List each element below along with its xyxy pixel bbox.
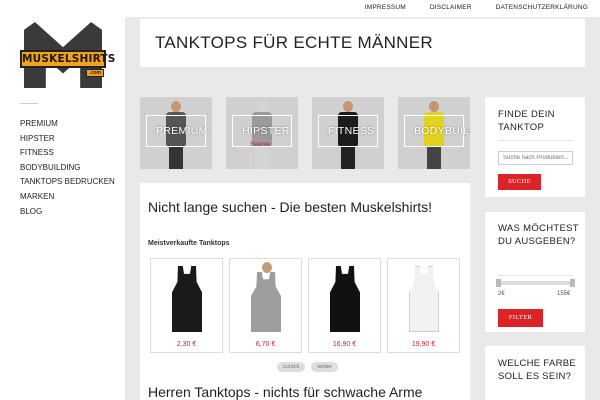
sidebar-item-marken[interactable]: MARKEN: [20, 190, 120, 205]
product-price: 6,70 €: [255, 341, 276, 348]
product-image: [234, 262, 297, 337]
sidebar-item-label[interactable]: HIPSTER: [20, 134, 55, 143]
page-header: TANKTOPS FÜR ECHTE MÄNNER: [140, 19, 585, 67]
widget-title: FINDE DEIN TANKTOP: [498, 109, 555, 133]
shirt-print-text: Swerve: [250, 142, 271, 148]
search-widget: FINDE DEIN TANKTOP SUCHE: [485, 97, 585, 197]
sidebar-item-label[interactable]: PREMIUM: [20, 119, 58, 128]
widget-divider: [498, 275, 573, 276]
sidebar-item-blog[interactable]: BLOG: [20, 205, 120, 220]
product-card[interactable]: 19,90 €: [387, 258, 460, 353]
sidebar-item-hipster[interactable]: HIPSTER: [20, 132, 120, 147]
sidebar-item-label[interactable]: TANKTOPS BEDRUCKEN: [20, 177, 115, 186]
price-slider-max-handle[interactable]: [570, 279, 575, 287]
category-tile-label: HIPSTER: [242, 125, 290, 137]
page-title: TANKTOPS FÜR ECHTE MÄNNER: [155, 33, 433, 52]
sidebar-item-label[interactable]: BLOG: [20, 207, 42, 216]
product-card[interactable]: 16,90 €: [308, 258, 381, 353]
site-logo[interactable]: MUSKELSHIRTS .com: [20, 22, 115, 90]
sidebar-nav: PREMIUM HIPSTER FITNESS BODYBUILDING TAN…: [20, 117, 120, 219]
search-input[interactable]: [498, 151, 573, 165]
section-heading: Nicht lange suchen - Die besten Muskelsh…: [148, 199, 433, 215]
next-button[interactable]: weiter: [311, 362, 338, 372]
top-link-datenschutz[interactable]: DATENSCHUTZERKLÄRUNG: [496, 4, 588, 11]
category-tile-label: FITNESS: [328, 125, 375, 137]
bestseller-heading: Meistverkaufte Tanktops: [148, 240, 230, 247]
price-filter-widget: WAS MÖCHTEST DU AUSGEBEN? 2€ 155€ FILTER: [485, 212, 585, 332]
sidebar-item-fitness[interactable]: FITNESS: [20, 146, 120, 161]
top-bar: IMPRESSUM DISCLAIMER DATENSCHUTZERKLÄRUN…: [125, 0, 600, 17]
sidebar-item-label[interactable]: BODYBUILDING: [20, 163, 80, 172]
sidebar-item-bodybuilding[interactable]: BODYBUILDING: [20, 161, 120, 176]
category-tile-premium[interactable]: PREMIUM: [140, 97, 212, 169]
product-price: 19,90 €: [411, 341, 436, 348]
price-slider-min-handle[interactable]: [496, 279, 501, 287]
main-content: Nicht lange suchen - Die besten Muskelsh…: [140, 183, 470, 400]
section-heading-2: Herren Tanktops - nichts für schwache Ar…: [148, 384, 423, 400]
sidebar-divider: [20, 103, 38, 104]
product-image: [155, 262, 218, 337]
price-slider[interactable]: [498, 281, 573, 285]
sidebar-item-tanktops-bedrucken[interactable]: TANKTOPS BEDRUCKEN: [20, 175, 120, 190]
product-price: 16,90 €: [332, 341, 357, 348]
sidebar-item-label[interactable]: FITNESS: [20, 148, 54, 157]
sidebar: MUSKELSHIRTS .com PREMIUM HIPSTER FITNES…: [0, 0, 125, 400]
widget-title: WELCHE FARBE SOLL ES SEIN?: [498, 358, 577, 382]
search-button[interactable]: SUCHE: [498, 174, 541, 190]
filter-button[interactable]: FILTER: [498, 309, 543, 327]
top-link-disclaimer[interactable]: DISCLAIMER: [430, 4, 472, 11]
price-min-label: 2€: [498, 291, 505, 297]
top-link-impressum[interactable]: IMPRESSUM: [365, 4, 406, 11]
product-image: [313, 262, 376, 337]
product-card[interactable]: 2,30 €: [150, 258, 223, 353]
top-links: IMPRESSUM DISCLAIMER DATENSCHUTZERKLÄRUN…: [365, 4, 588, 11]
logo-suffix: .com: [86, 69, 104, 77]
sidebar-item-premium[interactable]: PREMIUM: [20, 117, 120, 132]
logo-text: MUSKELSHIRTS: [20, 50, 115, 68]
product-image: [392, 262, 455, 337]
widget-divider: [498, 140, 573, 141]
category-tile-fitness[interactable]: FITNESS: [312, 97, 384, 169]
category-tile-label: PREMIUM: [156, 125, 208, 137]
sidebar-item-label[interactable]: MARKEN: [20, 192, 54, 201]
product-card[interactable]: 6,70 €: [229, 258, 302, 353]
prev-button[interactable]: zurück: [277, 362, 306, 372]
category-tiles: PREMIUM HIPSTER Swerve FITNESS BODYBUILD…: [140, 97, 470, 169]
category-tile-label: BODYBUILDING: [414, 125, 470, 137]
product-price: 2,30 €: [176, 341, 197, 348]
price-max-label: 155€: [557, 291, 571, 297]
widget-title: WAS MÖCHTEST DU AUSGEBEN?: [498, 223, 579, 247]
carousel-pager: zurück weiter: [277, 362, 338, 372]
color-filter-widget: WELCHE FARBE SOLL ES SEIN?: [485, 346, 585, 400]
category-tile-hipster[interactable]: HIPSTER Swerve: [226, 97, 298, 169]
category-tile-bodybuilding[interactable]: BODYBUILDING: [398, 97, 470, 169]
